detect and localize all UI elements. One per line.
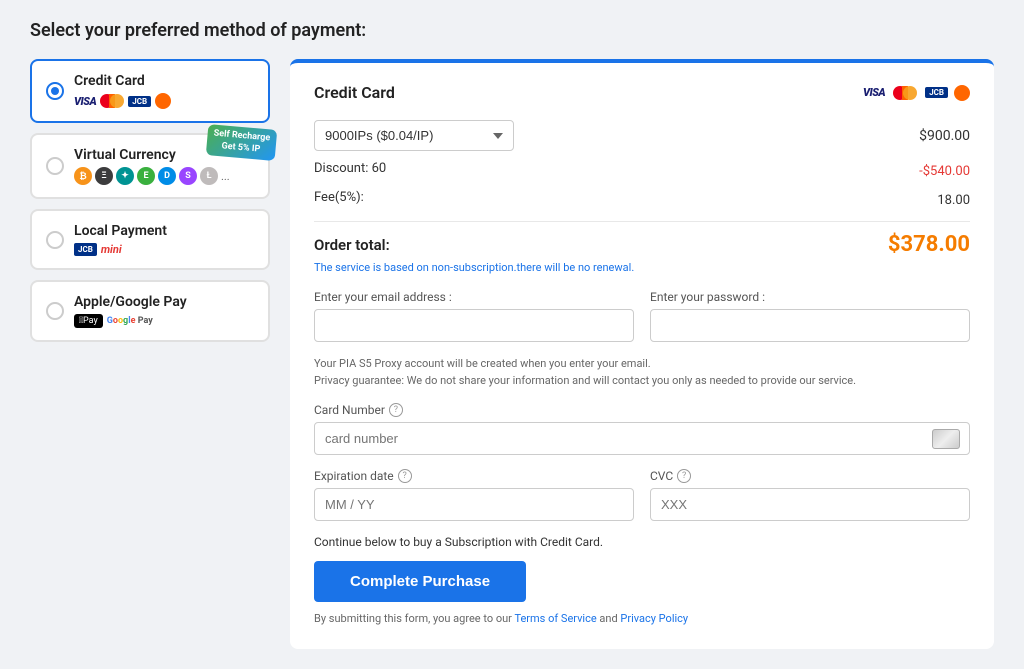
password-group: Enter your password :	[650, 290, 970, 342]
eth-icon: Ξ	[95, 167, 113, 185]
discover-icon	[155, 93, 171, 109]
cvc-group: CVC ?	[650, 469, 970, 521]
credit-card-content: Credit Card VISA JCB	[74, 73, 254, 109]
self-recharge-badge: Self RechargeGet 5% IP	[206, 124, 277, 161]
card-number-wrapper	[314, 422, 970, 455]
ltc-icon: Ł	[200, 167, 218, 185]
panel-title: Credit Card	[314, 83, 395, 102]
cvc-input[interactable]	[650, 488, 970, 521]
cvc-info-icon[interactable]: ?	[677, 469, 691, 483]
credit-card-icons: VISA JCB	[74, 93, 254, 109]
visa-icon: VISA	[74, 95, 96, 108]
expiry-cvc-row: Expiration date ? CVC ?	[314, 469, 970, 521]
panel-jcb-icon: JCB	[925, 87, 948, 98]
radio-credit-card	[46, 82, 64, 100]
panel-card-icons: VISA JCB	[863, 85, 970, 101]
email-label: Enter your email address :	[314, 290, 634, 304]
plan-select[interactable]: 9000IPs ($0.04/IP)	[314, 120, 514, 151]
local-jcb-icon: JCB	[74, 243, 97, 256]
page-title: Select your preferred method of payment:	[30, 20, 994, 41]
panel-visa-icon: VISA	[863, 86, 885, 99]
card-number-label: Card Number ?	[314, 403, 970, 417]
xrp-icon: ✦	[116, 167, 134, 185]
apple-pay-icon: Pay	[74, 314, 103, 328]
divider	[314, 221, 970, 222]
expiry-info-icon[interactable]: ?	[398, 469, 412, 483]
payment-option-credit-card[interactable]: Credit Card VISA JCB	[30, 59, 270, 123]
apple-google-pay-content: Apple/Google Pay Pay Google Pay	[74, 294, 254, 328]
cvc-label: CVC ?	[650, 469, 970, 483]
card-number-group: Card Number ?	[314, 403, 970, 455]
expiry-group: Expiration date ?	[314, 469, 634, 521]
fee-amount: 18.00	[937, 193, 970, 208]
jcb-icon: JCB	[128, 96, 151, 107]
continue-note: Continue below to buy a Subscription wit…	[314, 535, 970, 549]
credit-card-label: Credit Card	[74, 73, 254, 89]
card-chip-icon	[932, 429, 960, 449]
page-container: Select your preferred method of payment:…	[30, 20, 994, 649]
payment-panel: Credit Card VISA JCB 9000IPs ($0.04/IP) …	[290, 59, 994, 649]
mastercard-icon	[100, 93, 124, 109]
password-input[interactable]	[650, 309, 970, 342]
discount-amount: -$540.00	[919, 164, 970, 179]
crypto-icons: ₿ Ξ ✦ Ε D S Ł ...	[74, 167, 254, 185]
dash-icon: D	[158, 167, 176, 185]
privacy-policy-link[interactable]: Privacy Policy	[620, 612, 688, 625]
discount-label: Discount: 60	[314, 161, 386, 176]
radio-local-payment	[46, 231, 64, 249]
order-total-section: Order total: $378.00	[314, 232, 970, 257]
discount-row: Discount: 60 -$540.00	[314, 161, 970, 182]
fee-row: Fee(5%): 18.00	[314, 190, 970, 211]
main-layout: Credit Card VISA JCB Virtual Currency	[30, 59, 994, 649]
local-mini-icon: mini	[101, 243, 122, 256]
order-total-label: Order total:	[314, 236, 390, 254]
payment-option-virtual-currency[interactable]: Virtual Currency ₿ Ξ ✦ Ε D S Ł ... Self …	[30, 133, 270, 199]
radio-virtual-currency	[46, 157, 64, 175]
no-renewal-note: The service is based on non-subscription…	[314, 261, 970, 274]
plan-row: 9000IPs ($0.04/IP) $900.00	[314, 120, 970, 151]
payment-methods-list: Credit Card VISA JCB Virtual Currency	[30, 59, 270, 342]
privacy-note: Your PIA S5 Proxy account will be create…	[314, 356, 970, 389]
radio-apple-google-pay	[46, 302, 64, 320]
credentials-row: Enter your email address : Enter your pa…	[314, 290, 970, 342]
apple-google-pay-label: Apple/Google Pay	[74, 294, 254, 310]
local-payment-content: Local Payment JCB mini	[74, 223, 254, 256]
panel-header: Credit Card VISA JCB	[314, 83, 970, 102]
terms-of-service-link[interactable]: Terms of Service	[514, 612, 596, 625]
complete-purchase-button[interactable]: Complete Purchase	[314, 561, 526, 602]
card-number-info-icon[interactable]: ?	[389, 403, 403, 417]
local-payment-label: Local Payment	[74, 223, 254, 239]
btc-icon: ₿	[74, 167, 92, 185]
email-input[interactable]	[314, 309, 634, 342]
panel-discover-icon	[954, 85, 970, 101]
order-total-amount: $378.00	[888, 232, 970, 257]
password-label: Enter your password :	[650, 290, 970, 304]
etc-icon: Ε	[137, 167, 155, 185]
local-payment-icons: JCB mini	[74, 243, 254, 256]
fee-label: Fee(5%):	[314, 190, 364, 205]
email-group: Enter your email address :	[314, 290, 634, 342]
sol-icon: S	[179, 167, 197, 185]
terms-note: By submitting this form, you agree to ou…	[314, 612, 970, 625]
payment-option-local-payment[interactable]: Local Payment JCB mini	[30, 209, 270, 270]
panel-mastercard-icon	[893, 85, 917, 101]
apple-google-icons: Pay Google Pay	[74, 314, 254, 328]
expiry-label: Expiration date ?	[314, 469, 634, 483]
more-icon: ...	[221, 170, 230, 183]
card-number-input[interactable]	[314, 422, 970, 455]
expiry-input[interactable]	[314, 488, 634, 521]
base-amount: $900.00	[919, 128, 970, 144]
google-pay-icon: Google Pay	[107, 316, 153, 326]
payment-option-apple-google-pay[interactable]: Apple/Google Pay Pay Google Pay	[30, 280, 270, 342]
